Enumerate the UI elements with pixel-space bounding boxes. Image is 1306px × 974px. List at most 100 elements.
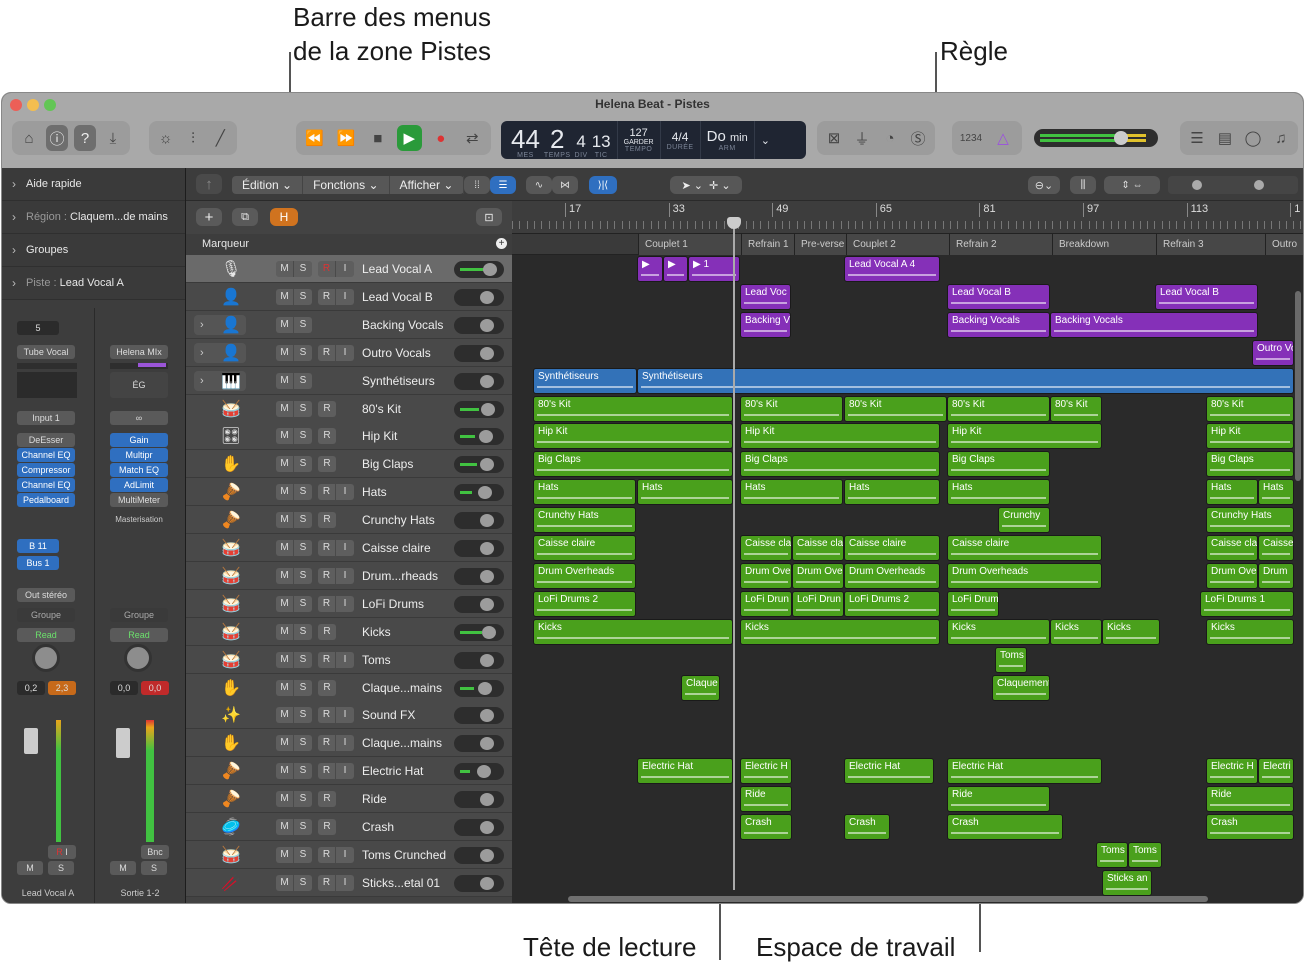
add-marker-icon[interactable]: + bbox=[496, 238, 507, 249]
region[interactable]: Toms bbox=[1096, 841, 1128, 868]
mute-button[interactable]: M bbox=[276, 735, 294, 752]
mute-button[interactable]: M bbox=[276, 400, 294, 417]
track-header[interactable]: 🎙 M S R I Lead Vocal A bbox=[186, 255, 512, 283]
solo-button[interactable]: S bbox=[294, 317, 312, 333]
eq-thumbnail[interactable]: ÉG bbox=[110, 372, 168, 398]
cycle-icon[interactable]: ⇄ bbox=[460, 125, 486, 151]
inspector-icon[interactable]: ⓘ bbox=[46, 125, 68, 151]
tuner-icon[interactable]: ⏚ bbox=[851, 125, 873, 151]
record-enable-button[interactable]: R bbox=[318, 735, 336, 752]
track-volume-slider[interactable] bbox=[454, 791, 504, 809]
fit-icon[interactable]: ⇕ ⇔ bbox=[1104, 176, 1160, 194]
inspector-quick-help[interactable]: › Aide rapide bbox=[2, 168, 185, 201]
record-enable-button[interactable]: R bbox=[318, 846, 336, 863]
region[interactable]: Drum Overheads bbox=[947, 562, 1102, 589]
plugin-slot[interactable]: Channel EQ bbox=[17, 448, 75, 462]
plugin-slot[interactable]: DeEsser bbox=[17, 433, 75, 447]
mixer-icon[interactable]: ⫶ bbox=[182, 125, 203, 151]
duplicate-track-button[interactable]: ⧉ bbox=[232, 208, 258, 226]
mute-button[interactable]: M bbox=[17, 861, 43, 875]
lcd-chevron-down-icon[interactable]: ⌄ bbox=[755, 134, 776, 147]
region[interactable]: Caisse cla bbox=[740, 535, 792, 561]
input-monitor-button[interactable]: I bbox=[336, 875, 354, 891]
region[interactable]: 80's Kit bbox=[533, 395, 733, 422]
track-header[interactable]: 🥁 M S R I Toms bbox=[186, 645, 512, 674]
region[interactable]: Electric H bbox=[1206, 758, 1258, 785]
record-enable-button[interactable]: R bbox=[318, 540, 336, 556]
input-monitor-button[interactable]: I bbox=[336, 763, 354, 779]
record-icon[interactable]: ● bbox=[428, 125, 454, 151]
mute-button[interactable]: M bbox=[276, 679, 294, 696]
record-enable-button[interactable]: R bbox=[318, 624, 336, 640]
track-header[interactable]: 🥢 M S R I Sticks...etal 01 bbox=[186, 868, 512, 897]
group-slot[interactable]: Groupe bbox=[110, 608, 168, 622]
marker[interactable]: Breakdown bbox=[1052, 234, 1156, 255]
strip-setting[interactable]: Helena MIx bbox=[110, 345, 168, 359]
marker[interactable]: Pre-verse bbox=[794, 234, 846, 255]
mute-button[interactable]: M bbox=[276, 623, 294, 640]
region[interactable]: Claquement bbox=[992, 674, 1050, 701]
solo-button[interactable]: S bbox=[294, 540, 312, 556]
region[interactable]: Kicks bbox=[1102, 618, 1160, 645]
track-volume-slider[interactable] bbox=[454, 846, 504, 864]
region[interactable]: LoFi Drums 2 bbox=[844, 590, 940, 617]
solo-button[interactable]: S bbox=[294, 847, 312, 863]
horizontal-scrollbar[interactable] bbox=[568, 896, 1208, 902]
region[interactable]: Hats bbox=[533, 479, 636, 506]
count-in-button[interactable]: 1234 bbox=[958, 125, 984, 151]
track-volume-slider[interactable] bbox=[454, 763, 504, 781]
volume-fader[interactable] bbox=[24, 728, 38, 754]
record-enable-button[interactable]: R bbox=[318, 819, 336, 835]
track-header[interactable]: › 🎹 M S Synthétiseurs bbox=[186, 366, 512, 395]
bounce-button[interactable]: Bnc bbox=[141, 845, 169, 859]
link-icon[interactable]: ∞ bbox=[110, 411, 168, 425]
track-header[interactable]: 🥁 M S R Kicks bbox=[186, 617, 512, 646]
group-slot[interactable]: Groupe bbox=[17, 608, 75, 622]
track-volume-slider[interactable] bbox=[454, 874, 504, 892]
region[interactable]: Crunchy Hats bbox=[1206, 507, 1294, 534]
track-header[interactable]: 🪘 M S R I Hats bbox=[186, 478, 512, 507]
master-volume-slider[interactable] bbox=[1034, 129, 1158, 147]
region[interactable]: Electric Hat bbox=[637, 758, 733, 785]
region[interactable]: ▶ bbox=[663, 256, 688, 282]
region[interactable]: Drum Overheads bbox=[844, 562, 940, 589]
track-header[interactable]: 🥁 M S R 80's Kit bbox=[186, 394, 512, 423]
solo-button[interactable]: S bbox=[294, 373, 312, 389]
plugin-slot[interactable]: Gain bbox=[110, 433, 168, 447]
region[interactable]: LoFi Drun bbox=[740, 590, 792, 617]
region[interactable]: Big Claps bbox=[740, 451, 940, 478]
metronome-icon[interactable]: △ bbox=[990, 125, 1016, 151]
input-monitor-button[interactable]: I bbox=[336, 484, 354, 500]
read-input-buttons[interactable]: R I bbox=[48, 845, 76, 859]
region[interactable]: Caisse claire bbox=[947, 535, 1102, 561]
zoom-sliders[interactable] bbox=[1168, 176, 1298, 194]
automation-icon[interactable]: ∿ bbox=[526, 176, 552, 194]
region[interactable]: Crunchy bbox=[998, 507, 1050, 534]
region[interactable]: Drum Ove bbox=[740, 562, 792, 589]
mute-button[interactable]: M bbox=[276, 874, 294, 891]
marker[interactable]: Refrain 3 bbox=[1156, 234, 1265, 255]
automation-mode[interactable]: Read bbox=[17, 628, 75, 642]
track-header[interactable]: ✋ M S R Claque...mains bbox=[186, 673, 512, 702]
solo-button[interactable]: S bbox=[294, 875, 312, 891]
region[interactable]: LoFi Drun bbox=[792, 590, 844, 617]
vertical-scrollbar[interactable] bbox=[1295, 291, 1301, 481]
region[interactable]: Kicks bbox=[533, 618, 733, 645]
plugin-slot[interactable]: Match EQ bbox=[110, 463, 168, 477]
track-volume-slider[interactable] bbox=[454, 261, 504, 278]
hide-tracks-button[interactable]: H bbox=[270, 208, 298, 226]
region[interactable]: Drum Ove bbox=[1206, 562, 1258, 589]
region[interactable]: Crash bbox=[1206, 814, 1294, 840]
track-volume-slider[interactable] bbox=[454, 484, 504, 502]
workspace[interactable]: 17 33 49 65 81 97 113 1 Couplet 1 Refrain 1 Pre-v… bbox=[512, 201, 1303, 903]
solo-button[interactable]: S bbox=[294, 763, 312, 779]
menu-view[interactable]: Afficher ⌄ bbox=[390, 176, 465, 194]
record-enable-button[interactable]: R bbox=[318, 261, 336, 277]
playhead[interactable] bbox=[733, 218, 735, 890]
strip-setting[interactable]: Tube Vocal bbox=[17, 345, 75, 359]
solo-button[interactable]: S bbox=[294, 707, 312, 723]
region[interactable]: ▶ bbox=[637, 256, 663, 282]
solo-button[interactable]: S bbox=[294, 596, 312, 612]
region[interactable]: Caisse bbox=[1258, 535, 1294, 561]
solo-icon[interactable]: Ⓢ bbox=[907, 125, 929, 151]
